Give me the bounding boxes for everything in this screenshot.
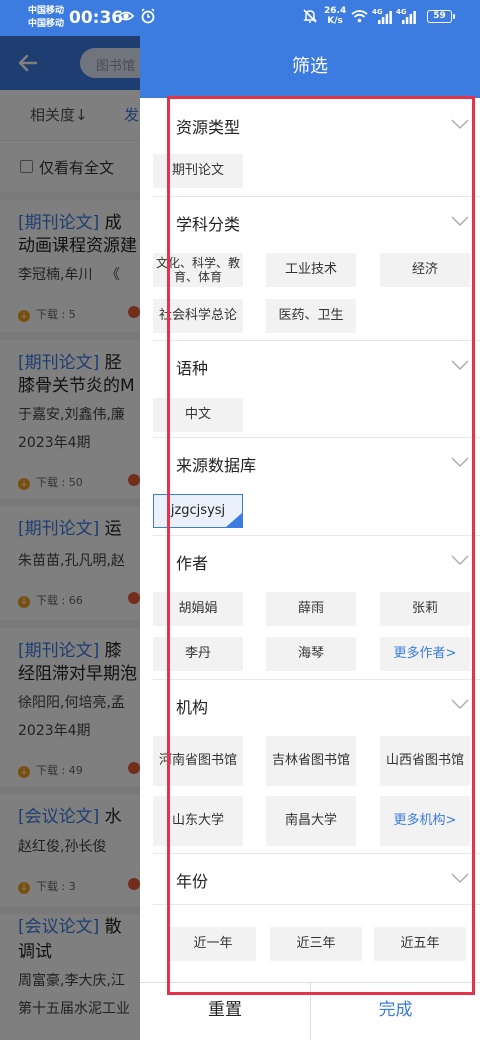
option-chip[interactable]: 社会科学总论 (153, 299, 243, 333)
option-chip[interactable]: 吉林省图书馆 (266, 736, 356, 786)
section-resource-type: 资源类型 期刊论文 (153, 98, 480, 196)
more-authors-button[interactable]: 更多作者> (380, 637, 470, 671)
alarm-icon (141, 8, 155, 24)
option-chip[interactable]: 张莉 (380, 592, 470, 626)
carrier-2: 中国移动 (28, 19, 65, 29)
option-chip[interactable]: 南昌大学 (266, 796, 356, 846)
option-chip[interactable]: 文化、科学、教育、体育 (153, 253, 243, 287)
option-chip[interactable]: 经济 (380, 253, 470, 287)
reset-button[interactable]: 重置 (140, 983, 310, 1040)
section-title: 作者 (176, 554, 209, 573)
clock: 00:36 (69, 8, 124, 28)
signal-2-icon: 4G (396, 8, 416, 24)
option-chip[interactable]: 医药、卫生 (266, 299, 356, 333)
battery-icon: 59 (427, 10, 455, 23)
done-button[interactable]: 完成 (310, 983, 480, 1040)
chevron-down-icon[interactable] (451, 457, 469, 467)
drawer-title: 筛选 (140, 36, 480, 98)
chevron-down-icon[interactable] (451, 216, 469, 226)
section-title: 学科分类 (176, 215, 241, 234)
section-title: 来源数据库 (176, 456, 257, 475)
net-unit: K/s (327, 16, 343, 26)
option-chip[interactable]: 近一年 (170, 927, 256, 961)
chevron-down-icon[interactable] (451, 873, 469, 883)
section-title: 语种 (176, 359, 209, 378)
more-institutions-button[interactable]: 更多机构> (380, 796, 470, 846)
status-bar: 中国移动 中国移动 00:36 26.4 K/s 4G 4G 59 (0, 0, 480, 36)
option-chip[interactable]: 薛雨 (266, 592, 356, 626)
section-title: 机构 (176, 698, 209, 717)
option-chip[interactable]: 中文 (153, 398, 243, 432)
net-speed: 26.4 (324, 6, 347, 16)
carrier-1: 中国移动 (28, 6, 65, 16)
signal-1-icon: 4G (372, 8, 392, 24)
eye-icon (118, 11, 134, 21)
chevron-down-icon[interactable] (451, 360, 469, 370)
chevron-down-icon[interactable] (451, 555, 469, 565)
option-chip[interactable]: 工业技术 (266, 253, 356, 287)
section-title: 年份 (176, 872, 209, 891)
section-author: 作者 胡娟娟 薛雨 张莉 李丹 海琴 更多作者> (153, 535, 480, 679)
section-source-db: 来源数据库 jzgcjsysj (153, 437, 480, 535)
drawer-footer: 重置 完成 (140, 982, 480, 1040)
option-chip[interactable]: 海琴 (266, 637, 356, 671)
filter-drawer: 筛选 资源类型 期刊论文 学科分类 文化、科学、教育、体育 工业技术 经济 社会… (140, 36, 480, 1040)
wifi-icon (351, 10, 368, 23)
filter-list[interactable]: 资源类型 期刊论文 学科分类 文化、科学、教育、体育 工业技术 经济 社会科学总… (140, 98, 480, 982)
section-title: 资源类型 (176, 118, 241, 137)
section-year: 年份 近一年 近三年 近五年 (153, 853, 480, 982)
option-chip[interactable]: 胡娟娟 (153, 592, 243, 626)
section-institution: 机构 河南省图书馆 吉林省图书馆 山西省图书馆 山东大学 南昌大学 更多机构> (153, 679, 480, 853)
option-chip[interactable]: 山东大学 (153, 796, 243, 846)
mute-bell-icon (303, 9, 317, 23)
section-subject: 学科分类 文化、科学、教育、体育 工业技术 经济 社会科学总论 医药、卫生 (153, 196, 480, 340)
chevron-down-icon[interactable] (451, 119, 469, 129)
section-language: 语种 中文 (153, 340, 480, 437)
divider (153, 904, 480, 905)
option-chip[interactable]: 李丹 (153, 637, 243, 671)
option-chip[interactable]: 山西省图书馆 (380, 736, 470, 786)
option-chip[interactable]: 河南省图书馆 (153, 736, 243, 786)
option-chip-selected[interactable]: jzgcjsysj (153, 494, 243, 528)
option-chip[interactable]: 近三年 (270, 927, 362, 961)
option-chip[interactable]: 期刊论文 (153, 154, 243, 188)
chevron-down-icon[interactable] (451, 699, 469, 709)
option-chip[interactable]: 近五年 (374, 927, 466, 961)
